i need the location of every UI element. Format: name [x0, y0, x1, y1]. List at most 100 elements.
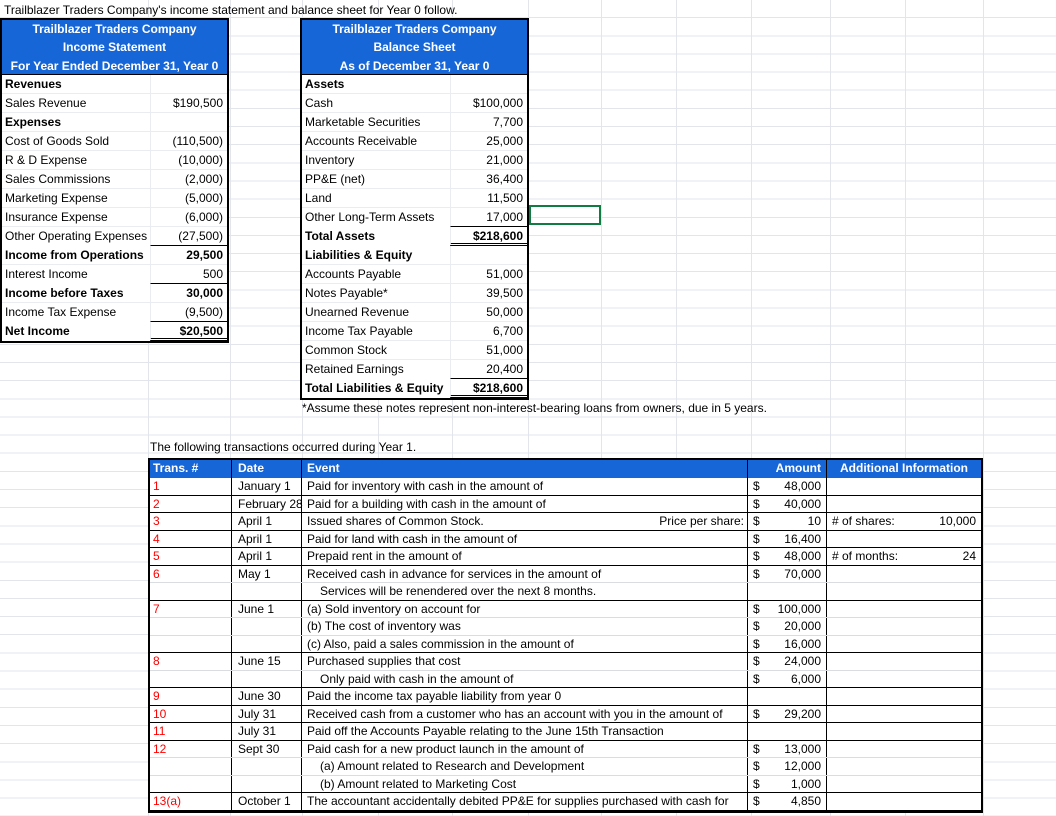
account-label[interactable]: PP&E (net): [302, 170, 450, 188]
account-label[interactable]: Income from Operations: [2, 246, 150, 264]
account-label[interactable]: Expenses: [2, 113, 150, 131]
transaction-amount[interactable]: $16,000: [748, 635, 827, 652]
transaction-number[interactable]: 6: [150, 565, 232, 582]
transaction-event[interactable]: Received cash in advance for services in…: [302, 565, 748, 582]
transaction-event[interactable]: The accountant accidentally debited PP&E…: [302, 793, 748, 810]
page-title[interactable]: Trailblazer Traders Company's income sta…: [4, 3, 457, 18]
account-label[interactable]: Unearned Revenue: [302, 303, 450, 321]
account-label[interactable]: Total Assets: [302, 227, 450, 246]
account-value[interactable]: 36,400: [450, 170, 527, 188]
account-value[interactable]: (5,000): [150, 189, 227, 207]
transaction-additional-info[interactable]: # of months: 24: [827, 548, 981, 565]
transactions-intro[interactable]: The following transactions occurred duri…: [150, 440, 416, 455]
statement-row[interactable]: Net Income $20,500: [2, 322, 227, 341]
account-value[interactable]: $190,500: [150, 94, 227, 112]
statement-row[interactable]: Marketing Expense (5,000): [2, 189, 227, 208]
account-value[interactable]: (2,000): [150, 170, 227, 188]
transaction-number[interactable]: 8: [150, 653, 232, 670]
transaction-event[interactable]: Issued shares of Common Stock. Price per …: [302, 513, 748, 530]
statement-row[interactable]: Sales Commissions (2,000): [2, 170, 227, 189]
statement-row[interactable]: Other Long-Term Assets 17,000: [302, 208, 527, 227]
transaction-event[interactable]: Paid the income tax payable liability fr…: [302, 688, 748, 705]
transaction-additional-info[interactable]: [827, 653, 981, 670]
statement-row[interactable]: PP&E (net) 36,400: [302, 170, 527, 189]
transaction-row[interactable]: 7 June 1 (a) Sold inventory on account for…: [150, 600, 981, 618]
transaction-additional-info[interactable]: [827, 793, 981, 810]
statement-row[interactable]: Marketable Securities 7,700: [302, 113, 527, 132]
statement-row[interactable]: Land 11,500: [302, 189, 527, 208]
transaction-amount[interactable]: [748, 723, 827, 740]
column-header-trans-num[interactable]: Trans. #: [150, 460, 232, 478]
transaction-number[interactable]: [150, 583, 232, 600]
transaction-date[interactable]: [232, 775, 302, 792]
transaction-date[interactable]: July 31: [232, 723, 302, 740]
account-value[interactable]: (110,500): [150, 132, 227, 150]
transaction-event[interactable]: Paid for inventory with cash in the amou…: [302, 478, 748, 495]
account-value[interactable]: (10,000): [150, 151, 227, 169]
transaction-date[interactable]: June 15: [232, 653, 302, 670]
transaction-additional-info[interactable]: [827, 706, 981, 723]
transaction-event[interactable]: (a) Amount related to Research and Devel…: [302, 758, 748, 775]
account-value[interactable]: 21,000: [450, 151, 527, 169]
transaction-amount[interactable]: [748, 583, 827, 600]
account-value[interactable]: 7,700: [450, 113, 527, 131]
transaction-date[interactable]: June 1: [232, 600, 302, 617]
statement-row[interactable]: Cash $100,000: [302, 94, 527, 113]
transaction-number[interactable]: 7: [150, 600, 232, 617]
statement-row[interactable]: Revenues: [2, 75, 227, 94]
transaction-number[interactable]: 5: [150, 548, 232, 565]
account-value[interactable]: 39,500: [450, 284, 527, 302]
account-label[interactable]: R & D Expense: [2, 151, 150, 169]
account-value[interactable]: 50,000: [450, 303, 527, 321]
transaction-event[interactable]: Services will be renendered over the nex…: [302, 583, 748, 600]
transaction-number[interactable]: [150, 670, 232, 687]
account-label[interactable]: Assets: [302, 75, 450, 93]
transaction-event[interactable]: Paid for a building with cash in the amo…: [302, 495, 748, 512]
account-label[interactable]: Inventory: [302, 151, 450, 169]
statement-row[interactable]: Income from Operations 29,500: [2, 246, 227, 265]
transaction-amount[interactable]: $6,000: [748, 670, 827, 687]
transaction-additional-info[interactable]: [827, 758, 981, 775]
statement-row[interactable]: Income Tax Payable 6,700: [302, 322, 527, 341]
transaction-amount[interactable]: $12,000: [748, 758, 827, 775]
statement-row[interactable]: Assets: [302, 75, 527, 94]
transaction-row[interactable]: 5 April 1 Prepaid rent in the amount of $48…: [150, 548, 981, 566]
account-value[interactable]: [150, 113, 227, 131]
column-header-amount[interactable]: Amount: [748, 460, 827, 478]
transaction-row[interactable]: (c) Also, paid a sales commission in the…: [150, 635, 981, 653]
transaction-row[interactable]: 8 June 15 Purchased supplies that cost $24,…: [150, 653, 981, 671]
transaction-date[interactable]: May 1: [232, 565, 302, 582]
account-label[interactable]: Revenues: [2, 75, 150, 93]
transaction-additional-info[interactable]: [827, 688, 981, 705]
account-value[interactable]: 17,000: [450, 208, 527, 227]
account-label[interactable]: Sales Revenue: [2, 94, 150, 112]
transaction-number[interactable]: [150, 775, 232, 792]
transaction-event[interactable]: Purchased supplies that cost: [302, 653, 748, 670]
statement-row[interactable]: Cost of Goods Sold (110,500): [2, 132, 227, 151]
transaction-amount[interactable]: $48,000: [748, 548, 827, 565]
transaction-event[interactable]: Prepaid rent in the amount of: [302, 548, 748, 565]
account-label[interactable]: Other Long-Term Assets: [302, 208, 450, 227]
account-value[interactable]: (27,500): [150, 227, 227, 246]
transaction-number[interactable]: 11: [150, 723, 232, 740]
statement-row[interactable]: Notes Payable* 39,500: [302, 284, 527, 303]
account-value[interactable]: (6,000): [150, 208, 227, 226]
transaction-additional-info[interactable]: [827, 531, 981, 548]
transaction-number[interactable]: [150, 618, 232, 635]
statement-row[interactable]: Accounts Receivable 25,000: [302, 132, 527, 151]
transaction-number[interactable]: 4: [150, 530, 232, 547]
statement-row[interactable]: R & D Expense (10,000): [2, 151, 227, 170]
transaction-number[interactable]: 10: [150, 705, 232, 722]
account-label[interactable]: Marketing Expense: [2, 189, 150, 207]
account-label[interactable]: Insurance Expense: [2, 208, 150, 226]
account-value[interactable]: $218,600: [450, 227, 527, 246]
transaction-event[interactable]: (b) The cost of inventory was: [302, 618, 748, 635]
statement-row[interactable]: Unearned Revenue 50,000: [302, 303, 527, 322]
account-label[interactable]: Marketable Securities: [302, 113, 450, 131]
account-value[interactable]: $100,000: [450, 94, 527, 112]
statement-row[interactable]: Insurance Expense (6,000): [2, 208, 227, 227]
transaction-amount[interactable]: $24,000: [748, 653, 827, 670]
account-label[interactable]: Sales Commissions: [2, 170, 150, 188]
account-label[interactable]: Income Tax Expense: [2, 303, 150, 322]
statement-row[interactable]: Liabilities & Equity: [302, 246, 527, 265]
